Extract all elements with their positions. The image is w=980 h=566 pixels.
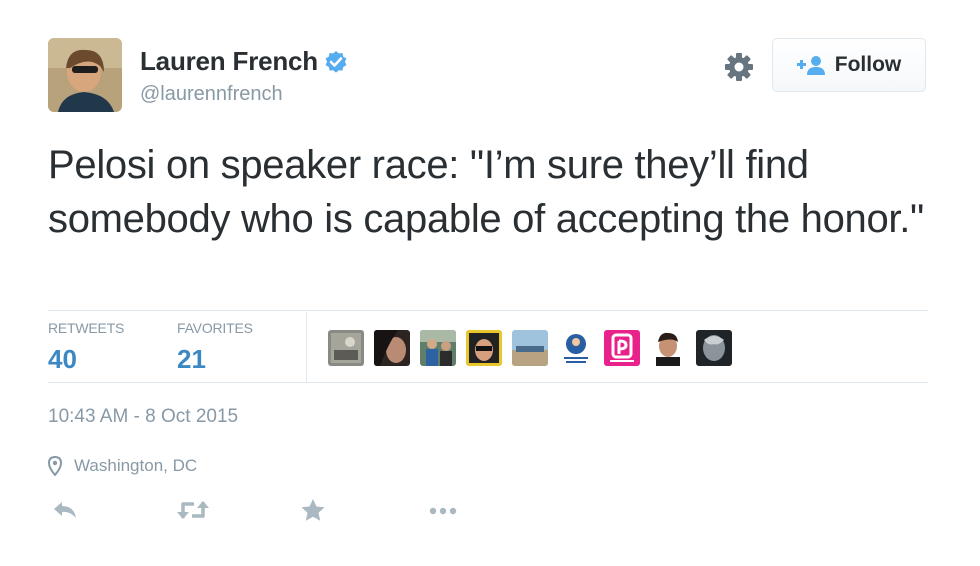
favoriter-avatar-3[interactable]	[420, 330, 456, 366]
favoriter-avatar-5[interactable]	[512, 330, 548, 366]
reply-icon[interactable]	[52, 498, 78, 522]
retweets-count[interactable]: 40	[48, 344, 124, 375]
favoriters-list	[328, 330, 742, 366]
favorite-icon[interactable]	[300, 498, 326, 522]
stats-separator	[306, 312, 307, 382]
author-avatar[interactable]	[48, 38, 122, 112]
favorites-count[interactable]: 21	[177, 344, 253, 375]
retweet-icon[interactable]	[176, 498, 210, 522]
more-icon[interactable]	[428, 498, 458, 522]
tweet-location[interactable]: Washington, DC	[48, 456, 197, 476]
author-name[interactable]: Lauren French	[140, 46, 318, 77]
favoriter-avatar-2[interactable]	[374, 330, 410, 366]
favorites-label: FAVORITES	[177, 320, 253, 336]
favoriter-avatar-4[interactable]	[466, 330, 502, 366]
favoriter-avatar-1[interactable]	[328, 330, 364, 366]
stats-bottom-divider	[48, 382, 928, 383]
tweet-text: Pelosi on speaker race: "I’m sure they’l…	[48, 143, 924, 241]
retweets-stat[interactable]: RETWEETS 40	[48, 320, 124, 375]
favoriter-avatar-8[interactable]	[650, 330, 686, 366]
verified-badge-icon	[325, 50, 347, 73]
tweet-timestamp[interactable]: 10:43 AM - 8 Oct 2015	[48, 406, 238, 428]
follow-button[interactable]: Follow	[772, 38, 926, 92]
follow-label: Follow	[834, 53, 902, 76]
retweets-label: RETWEETS	[48, 320, 125, 336]
favoriter-avatar-7[interactable]	[604, 330, 640, 366]
location-text[interactable]: Washington, DC	[74, 456, 197, 476]
location-pin-icon	[48, 456, 62, 476]
author-name-row[interactable]: Lauren French	[140, 46, 348, 77]
favoriter-avatar-6[interactable]	[558, 330, 594, 366]
gear-icon[interactable]	[722, 50, 756, 84]
add-user-icon	[796, 56, 825, 75]
author-handle[interactable]: @laurennfrench	[140, 83, 283, 106]
favorites-stat[interactable]: FAVORITES 21	[177, 320, 253, 375]
favoriter-avatar-9[interactable]	[696, 330, 732, 366]
stats-top-divider	[48, 310, 928, 311]
